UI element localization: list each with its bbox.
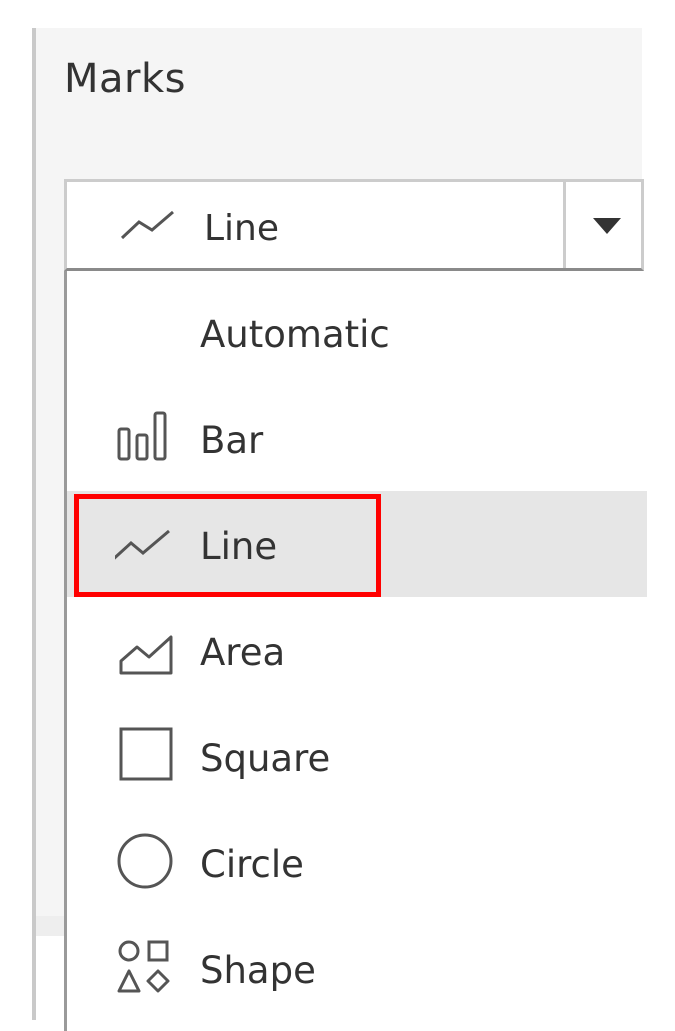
menu-item-label: Square	[200, 737, 331, 780]
shape-mark-icon	[117, 940, 170, 993]
marks-title: Marks	[64, 56, 186, 102]
menu-item-bar[interactable]: Bar	[67, 385, 647, 491]
dropdown-divider	[563, 182, 566, 268]
menu-item-square[interactable]: Square	[67, 703, 647, 809]
caret-down-icon[interactable]	[589, 216, 625, 236]
bar-mark-icon	[117, 411, 167, 461]
area-mark-icon	[119, 635, 173, 675]
menu-item-label: Bar	[200, 419, 264, 462]
menu-item-label: Area	[200, 631, 286, 674]
dropdown-selected-label: Line	[204, 208, 280, 249]
mark-type-menu: Automatic Bar Line Area Square Circle Sh…	[64, 271, 647, 1031]
menu-item-area[interactable]: Area	[67, 597, 647, 703]
menu-item-shape[interactable]: Shape	[67, 915, 647, 1021]
circle-mark-icon	[117, 833, 173, 889]
menu-item-label: Circle	[200, 843, 304, 886]
menu-item-label: Line	[200, 525, 278, 568]
menu-item-label: Shape	[200, 949, 316, 992]
menu-item-label: Automatic	[200, 313, 390, 356]
square-mark-icon	[119, 727, 173, 781]
menu-item-automatic[interactable]: Automatic	[67, 279, 647, 385]
menu-item-line[interactable]: Line	[67, 491, 647, 597]
menu-item-circle[interactable]: Circle	[67, 809, 647, 915]
line-mark-icon	[115, 529, 170, 560]
mark-type-dropdown[interactable]: Line	[64, 179, 644, 271]
line-mark-icon	[120, 210, 174, 240]
